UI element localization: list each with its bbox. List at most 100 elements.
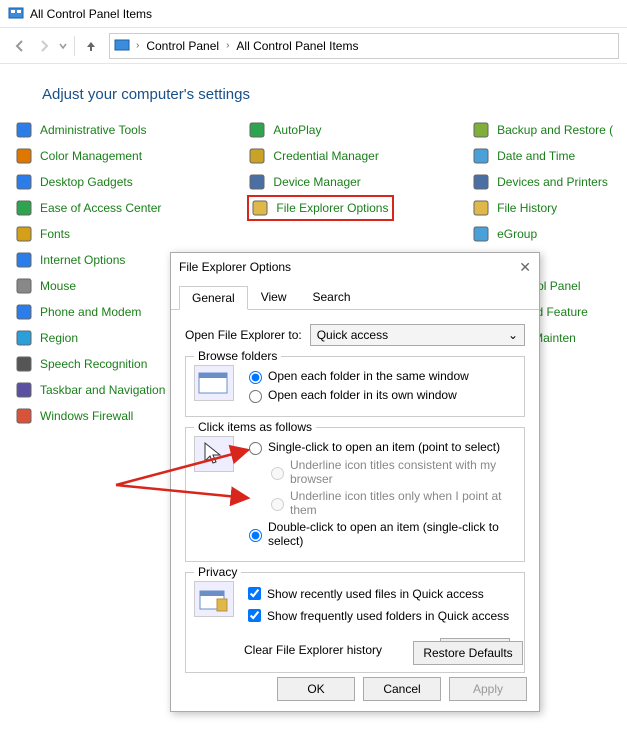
open-explorer-value: Quick access xyxy=(317,328,388,342)
double-click-radio[interactable] xyxy=(249,529,262,542)
nav-bar: › Control Panel › All Control Panel Item… xyxy=(0,28,627,64)
restore-defaults-button[interactable]: Restore Defaults xyxy=(413,641,523,665)
open-explorer-label: Open File Explorer to: xyxy=(185,328,302,342)
nav-recent-dropdown[interactable] xyxy=(56,34,70,58)
cp-item-link[interactable]: Ease of Access Center xyxy=(40,201,161,215)
cp-item[interactable]: Date and Time xyxy=(471,143,617,169)
cp-item-link[interactable]: Credential Manager xyxy=(273,149,378,163)
cp-item-link[interactable]: AutoPlay xyxy=(273,123,321,137)
privacy-legend: Privacy xyxy=(194,565,241,579)
open-explorer-select[interactable]: Quick access ⌄ xyxy=(310,324,525,346)
cp-item-icon xyxy=(14,198,34,218)
dialog-titlebar: File Explorer Options ✕ xyxy=(171,253,539,281)
control-panel-icon xyxy=(8,6,24,22)
address-bar[interactable]: › Control Panel › All Control Panel Item… xyxy=(109,33,619,59)
nav-back-button[interactable] xyxy=(8,34,32,58)
tab-general[interactable]: General xyxy=(179,286,248,310)
cp-item[interactable]: File History xyxy=(471,195,617,221)
cp-item-link[interactable]: Administrative Tools xyxy=(40,123,147,137)
cp-item-link[interactable]: File Explorer Options xyxy=(276,201,388,215)
cp-item[interactable]: Administrative Tools xyxy=(14,117,247,143)
browse-own-window-radio[interactable] xyxy=(249,390,262,403)
cp-item[interactable]: Credential Manager xyxy=(247,143,471,169)
nav-up-button[interactable] xyxy=(79,34,103,58)
cp-item-link[interactable]: Devices and Printers xyxy=(497,175,608,189)
cp-item[interactable]: Fonts xyxy=(14,221,247,247)
cp-item-link[interactable]: File History xyxy=(497,201,557,215)
chevron-right-icon[interactable]: › xyxy=(222,40,233,51)
dialog-tabs: General View Search xyxy=(171,281,539,310)
cp-item[interactable]: Devices and Printers xyxy=(471,169,617,195)
privacy-icon xyxy=(194,581,234,617)
ok-button[interactable]: OK xyxy=(277,677,355,701)
cp-item-link[interactable]: Internet Options xyxy=(40,253,125,267)
browse-same-window-label: Open each folder in the same window xyxy=(268,369,469,383)
file-explorer-options-dialog: File Explorer Options ✕ General View Sea… xyxy=(170,252,540,712)
chevron-right-icon[interactable]: › xyxy=(132,40,143,51)
underline-consistent-label: Underline icon titles consistent with my… xyxy=(290,458,516,486)
browse-own-window-label: Open each folder in its own window xyxy=(268,388,457,402)
single-click-radio[interactable] xyxy=(249,442,262,455)
underline-point-radio xyxy=(271,498,284,511)
cp-item-link[interactable]: Mouse xyxy=(40,279,76,293)
cp-item-link[interactable]: Device Manager xyxy=(273,175,360,189)
cp-item-icon xyxy=(471,172,491,192)
single-click-label: Single-click to open an item (point to s… xyxy=(268,440,500,454)
cp-item[interactable]: Desktop Gadgets xyxy=(14,169,247,195)
cp-item-icon xyxy=(14,380,34,400)
cp-item-link[interactable]: Taskbar and Navigation xyxy=(40,383,165,397)
cp-item-icon xyxy=(14,354,34,374)
browse-same-window-radio[interactable] xyxy=(249,371,262,384)
cp-item[interactable]: Color Management xyxy=(14,143,247,169)
cp-item-icon xyxy=(471,120,491,140)
dialog-title: File Explorer Options xyxy=(179,260,291,274)
breadcrumb-control-panel[interactable]: Control Panel xyxy=(143,37,222,55)
nav-forward-button[interactable] xyxy=(32,34,56,58)
show-frequent-folders-checkbox[interactable] xyxy=(248,609,261,622)
cp-item[interactable]: Backup and Restore ( xyxy=(471,117,617,143)
cp-item-link[interactable]: Fonts xyxy=(40,227,70,241)
cp-item-link[interactable]: Desktop Gadgets xyxy=(40,175,133,189)
cp-item-icon xyxy=(247,146,267,166)
close-icon[interactable]: ✕ xyxy=(519,259,531,276)
cp-item-icon xyxy=(14,302,34,322)
cp-item-icon xyxy=(471,224,491,244)
tab-view[interactable]: View xyxy=(248,285,300,309)
page-heading: Adjust your computer's settings xyxy=(0,64,627,117)
clear-history-label: Clear File Explorer history xyxy=(244,643,382,657)
dialog-button-row: OK Cancel Apply xyxy=(277,677,527,701)
cp-item[interactable]: Ease of Access Center xyxy=(14,195,247,221)
cp-item[interactable]: File Explorer Options xyxy=(247,195,471,221)
cp-item-link[interactable]: Speech Recognition xyxy=(40,357,147,371)
tab-search[interactable]: Search xyxy=(300,285,364,309)
nav-separator xyxy=(74,36,75,56)
cp-item-link[interactable]: Date and Time xyxy=(497,149,575,163)
cp-item[interactable]: Device Manager xyxy=(247,169,471,195)
cursor-icon xyxy=(194,436,234,472)
cp-item-icon xyxy=(471,146,491,166)
cp-item-icon xyxy=(14,250,34,270)
underline-point-label: Underline icon titles only when I point … xyxy=(290,489,516,517)
dialog-body: Open File Explorer to: Quick access ⌄ Br… xyxy=(171,310,539,681)
cancel-button[interactable]: Cancel xyxy=(363,677,441,701)
breadcrumb-all-items[interactable]: All Control Panel Items xyxy=(233,37,361,55)
cp-item-icon xyxy=(14,224,34,244)
chevron-down-icon: ⌄ xyxy=(508,328,518,342)
window-titlebar: All Control Panel Items xyxy=(0,0,627,28)
cp-item-link[interactable]: Color Management xyxy=(40,149,142,163)
cp-item-link[interactable]: Region xyxy=(40,331,78,345)
cp-item-icon xyxy=(247,172,267,192)
show-recent-files-checkbox[interactable] xyxy=(248,587,261,600)
cp-item[interactable]: AutoPlay xyxy=(247,117,471,143)
click-items-legend: Click items as follows xyxy=(194,420,316,434)
cp-item-link[interactable]: Backup and Restore ( xyxy=(497,123,613,137)
browse-folders-legend: Browse folders xyxy=(194,349,281,363)
cp-item-link[interactable]: Windows Firewall xyxy=(40,409,133,423)
underline-consistent-radio xyxy=(271,467,284,480)
cp-item[interactable]: eGroup xyxy=(471,221,617,247)
cp-item-icon xyxy=(14,172,34,192)
highlighted-item: File Explorer Options xyxy=(247,195,394,221)
cp-item-link[interactable]: eGroup xyxy=(497,227,537,241)
control-panel-small-icon xyxy=(114,38,130,54)
cp-item-link[interactable]: Phone and Modem xyxy=(40,305,141,319)
